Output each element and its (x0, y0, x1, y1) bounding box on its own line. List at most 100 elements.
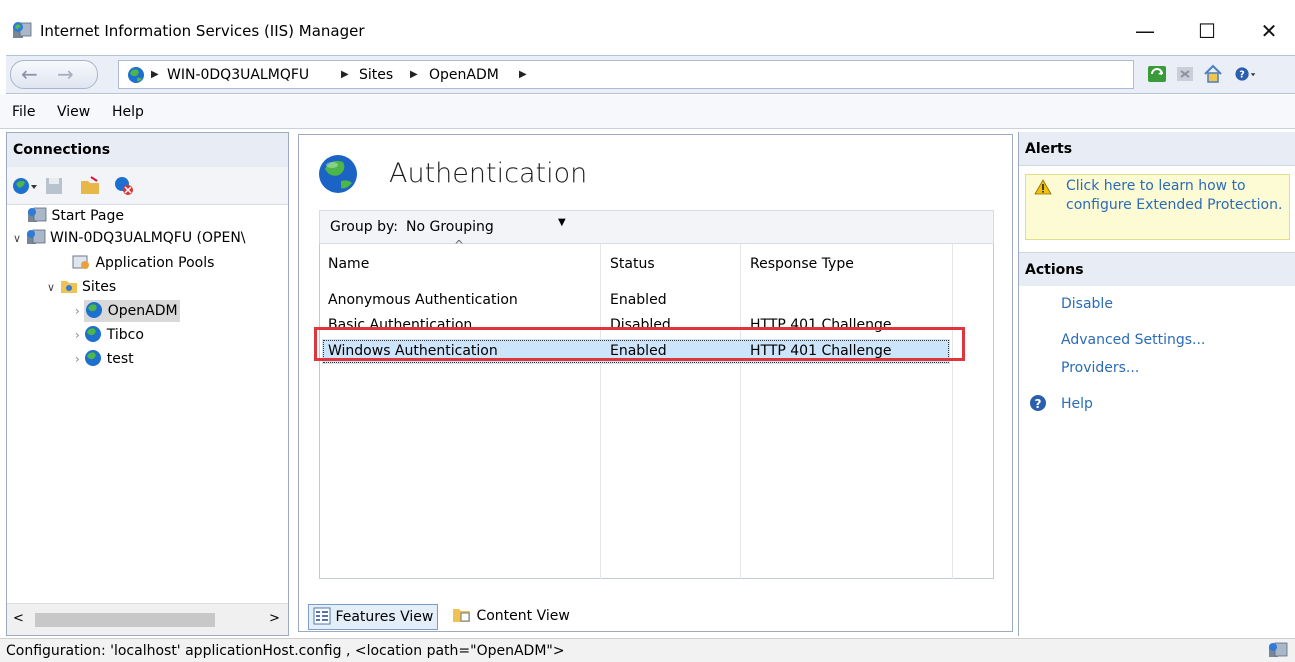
connections-tree: Start Page ∨ WIN-0DQ3UALMQFU (OPEN\ Appl… (7, 205, 288, 603)
tab-features-view-label: Features View (335, 609, 434, 625)
server-status-icon (1269, 642, 1288, 657)
page-title: Authentication (389, 158, 588, 189)
tree-label-server: WIN-0DQ3UALMQFU (OPEN\ (49, 230, 246, 246)
group-by-dropdown[interactable]: No Grouping (406, 219, 494, 235)
status-bar: Configuration: 'localhost' applicationHo… (0, 638, 1295, 662)
menu-help[interactable]: Help (112, 104, 144, 120)
tab-features-view[interactable]: Features View (308, 604, 439, 630)
tree-item-test[interactable]: › test (75, 348, 134, 370)
connections-header: Connections (7, 133, 288, 167)
horizontal-scrollbar[interactable]: < > (7, 603, 288, 635)
cell-status: Enabled (610, 292, 667, 308)
chevron-right-icon[interactable]: › (75, 328, 80, 342)
warning-icon (1034, 179, 1052, 195)
view-tabs: Features View Content View (298, 600, 1013, 634)
tree-item-openadm[interactable]: › OpenADM (75, 300, 180, 322)
group-by-bar: Group by: No Grouping ▼ (319, 210, 994, 244)
chevron-right-icon[interactable]: › (75, 352, 80, 366)
menu-file[interactable]: File (12, 104, 35, 120)
tree-label-openadm: OpenADM (107, 303, 178, 319)
back-button[interactable]: ← (21, 62, 38, 86)
actions-header: Actions (1019, 252, 1295, 286)
actions-pane: Alerts Click here to learn how to config… (1018, 132, 1295, 636)
server-icon (26, 229, 45, 244)
breadcrumb-server[interactable]: WIN-0DQ3UALMQFU (167, 65, 309, 85)
tree-item-server[interactable]: ∨ WIN-0DQ3UALMQFU (OPEN\ (13, 227, 246, 250)
scroll-right-button[interactable]: > (269, 611, 280, 626)
tree-label-test: test (106, 351, 134, 367)
chevron-right-icon[interactable]: › (75, 304, 80, 318)
providers-action[interactable]: Providers... (1061, 358, 1139, 378)
svg-text:?: ? (1035, 397, 1042, 411)
tree-item-start-page[interactable]: Start Page (27, 205, 124, 227)
close-button[interactable]: ✕ (1244, 0, 1294, 62)
forward-button[interactable]: → (57, 62, 74, 86)
alert-box[interactable]: Click here to learn how to configure Ext… (1025, 174, 1290, 240)
refresh-icon[interactable] (1146, 63, 1168, 85)
scrollbar-thumb[interactable] (35, 613, 215, 627)
breadcrumb-separator-icon: ▶ (519, 69, 527, 80)
tree-item-sites[interactable]: ∨ Sites (47, 276, 116, 299)
tab-content-view-label: Content View (476, 608, 570, 624)
tree-label-tibco: Tibco (106, 327, 144, 343)
cell-name: Anonymous Authentication (328, 292, 518, 308)
connections-toolbar (7, 167, 288, 205)
save-icon[interactable] (43, 175, 65, 197)
content-view-icon (453, 609, 470, 622)
help-dropdown-icon[interactable]: ? (1234, 63, 1256, 85)
features-view-icon (313, 607, 331, 625)
tab-content-view[interactable]: Content View (448, 604, 574, 630)
home-icon[interactable] (1202, 63, 1224, 85)
column-header-response-type[interactable]: Response Type (750, 244, 854, 284)
chevron-down-icon[interactable]: ∨ (13, 232, 21, 245)
connect-icon[interactable] (11, 175, 39, 197)
table-row[interactable]: Anonymous Authentication Enabled (320, 288, 995, 313)
highlight-box (314, 327, 965, 361)
dropdown-arrow-icon[interactable]: ▼ (558, 217, 566, 228)
authentication-globe-icon (319, 155, 357, 193)
menu-bar: File View Help (0, 95, 1295, 129)
globe-icon (85, 350, 102, 366)
authentication-list: ^ Name Status Response Type Anonymous Au… (319, 238, 995, 579)
window-title: Internet Information Services (IIS) Mana… (40, 22, 365, 40)
breadcrumb-openadm[interactable]: OpenADM (429, 65, 499, 85)
tree-item-tibco[interactable]: › Tibco (75, 324, 144, 346)
svg-text:?: ? (1239, 70, 1245, 81)
disconnect-icon[interactable] (113, 175, 135, 197)
breadcrumb-separator-icon: ▶ (341, 69, 349, 80)
tree-label-start-page: Start Page (51, 208, 124, 224)
title-bar: Internet Information Services (IIS) Mana… (0, 0, 1295, 62)
chevron-down-icon[interactable]: ∨ (47, 281, 55, 294)
tree-label-app-pools: Application Pools (95, 255, 215, 271)
tree-label-sites: Sites (81, 279, 117, 295)
scroll-left-button[interactable]: < (13, 611, 24, 626)
minimize-button[interactable]: — (1120, 0, 1170, 62)
menu-view[interactable]: View (57, 104, 90, 120)
connections-panel: Connections Start Page ∨ WIN-0DQ3UALMQFU… (6, 132, 289, 636)
advanced-settings-action[interactable]: Advanced Settings... (1061, 330, 1205, 350)
status-text: Configuration: 'localhost' applicationHo… (6, 643, 565, 659)
breadcrumb-sites[interactable]: Sites (359, 65, 393, 85)
sites-folder-icon (60, 281, 77, 293)
open-folder-icon[interactable] (79, 175, 101, 197)
address-bar: ← → ▶ WIN-0DQ3UALMQFU ▶ Sites ▶ OpenADM … (6, 55, 1295, 94)
tree-item-app-pools[interactable]: Application Pools (71, 252, 214, 274)
disable-action[interactable]: Disable (1061, 294, 1113, 314)
iis-manager-icon (13, 22, 32, 38)
column-header-status[interactable]: Status (610, 244, 655, 284)
globe-icon (85, 326, 102, 342)
help-icon: ? (1030, 395, 1046, 411)
column-header-name[interactable]: Name (328, 244, 369, 284)
navigation-buttons: ← → (10, 60, 98, 89)
extended-protection-link[interactable]: Click here to learn how to configure Ext… (1066, 177, 1284, 215)
help-action[interactable]: Help (1061, 394, 1093, 414)
breadcrumb[interactable]: ▶ WIN-0DQ3UALMQFU ▶ Sites ▶ OpenADM ▶ (118, 60, 1134, 89)
group-by-label: Group by: (330, 219, 398, 235)
start-page-icon (28, 207, 47, 222)
sort-ascending-icon: ^ (454, 238, 465, 252)
breadcrumb-separator-icon: ▶ (410, 69, 418, 80)
maximize-button[interactable]: ☐ (1182, 0, 1232, 62)
globe-icon (128, 67, 144, 83)
application-pools-icon (72, 255, 89, 269)
stop-icon[interactable] (1174, 63, 1196, 85)
